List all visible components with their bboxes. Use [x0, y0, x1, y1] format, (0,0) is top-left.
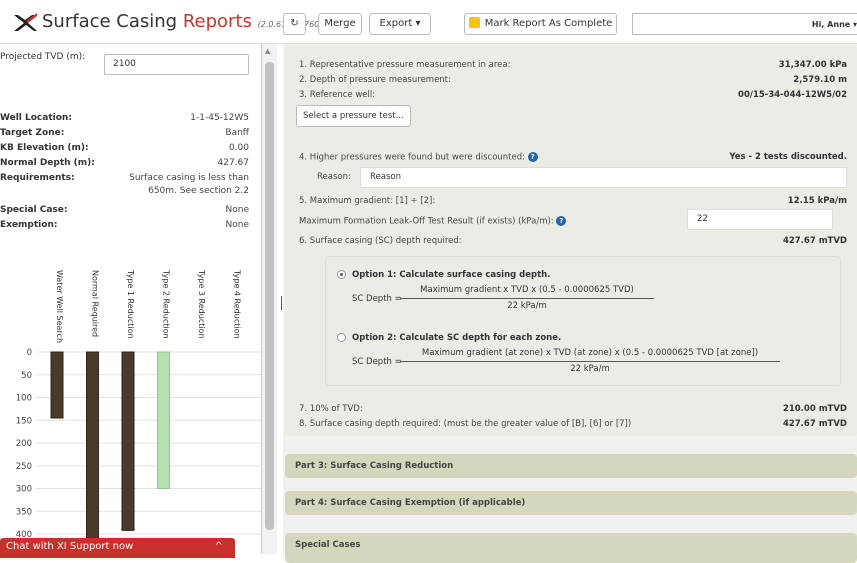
requirements-line-1: Surface casing is less than	[129, 173, 249, 183]
discounted-pressures-label: 4. Higher pressures were found but were …	[299, 152, 525, 163]
x-category-label: Type 4 Reduction	[233, 269, 242, 339]
depth-chart: 050100150200250300350400Water Well Searc…	[16, 269, 261, 542]
merge-button[interactable]: Merge	[318, 13, 362, 35]
reference-well-value: 00/15-34-044-12W5/02	[738, 90, 847, 100]
exemption-value: None	[225, 220, 249, 230]
splitter-handle[interactable]	[281, 296, 282, 310]
left-panel: Projected TVD (m): 2100 Well Location: 1…	[0, 44, 262, 554]
pressure-depth-label: 2. Depth of pressure measurement:	[299, 75, 451, 85]
part4-section-header[interactable]: Part 4: Surface Casing Exemption (if app…	[285, 491, 857, 515]
chevron-up-icon: ^	[214, 541, 223, 552]
y-tick-label: 200	[16, 439, 32, 449]
y-tick-label: 350	[16, 507, 32, 517]
logo-icon	[14, 13, 37, 31]
x-category-label: Type 1 Reduction	[126, 269, 135, 339]
y-tick-label: 50	[21, 371, 32, 381]
depth-bar	[50, 351, 64, 419]
target-zone-label: Target Zone:	[0, 128, 65, 138]
x-category-label: Type 3 Reduction	[197, 269, 206, 339]
y-tick-label: 300	[16, 485, 32, 495]
select-pressure-test-button[interactable]: Select a pressure test...	[296, 105, 411, 127]
normal-depth-label: Normal Depth (m):	[0, 158, 95, 168]
requirements-line-2: 650m. See section 2.2	[148, 186, 249, 196]
sc-depth-required-value: 427.67 mTVD	[782, 236, 847, 246]
requirements-label: Requirements:	[0, 173, 75, 183]
export-dropdown-button[interactable]: Export ▾	[369, 13, 431, 35]
reference-well-label: 3. Reference well:	[299, 90, 376, 100]
right-panel: 1. Representative pressure measurement i…	[283, 44, 857, 563]
reason-label: Reason:	[317, 172, 351, 182]
refresh-icon: ↻	[290, 18, 299, 29]
help-icon[interactable]: ?	[527, 152, 538, 162]
scroll-up-icon[interactable]: ▲	[265, 47, 270, 55]
special-case-label: Special Case:	[0, 205, 68, 215]
app-title-main: Surface Casing	[42, 11, 178, 32]
left-scrollbar[interactable]: ▲	[262, 44, 277, 554]
y-tick-label: 150	[16, 416, 32, 426]
kb-elevation-value: 0.00	[228, 143, 249, 153]
option1-formula-denominator: 22 kPa/m	[507, 301, 547, 311]
reason-input[interactable]: Reason	[360, 167, 847, 188]
x-category-label: Normal Required	[91, 270, 100, 337]
max-gradient-label: 5. Maximum gradient: [1] ÷ [2]:	[299, 196, 436, 206]
option2-sc-depth-label: SC Depth =	[352, 357, 402, 367]
projected-tvd-input[interactable]: 2100	[104, 54, 249, 75]
max-gradient-value: 12.15 kPa/m	[787, 196, 847, 206]
depth-bar	[86, 351, 99, 542]
leak-off-row: Maximum Formation Leak-Off Test Result (…	[299, 216, 567, 227]
ten-percent-tvd-label: 7. 10% of TVD:	[299, 404, 363, 414]
app-title-reports: Reports	[182, 11, 252, 32]
part3-section-header[interactable]: Part 3: Surface Casing Reduction	[285, 454, 857, 478]
x-category-label: Water Well Search	[55, 270, 64, 343]
special-case-value: None	[225, 205, 249, 215]
y-tick-label: 250	[16, 462, 32, 472]
kb-elevation-label: KB Elevation (m):	[0, 143, 89, 153]
option2-fraction-line	[400, 361, 780, 362]
sc-depth-final-value: 427.67 mTVD	[782, 419, 847, 429]
option2-formula-numerator: Maximum gradient (at zone) x TVD (at zon…	[421, 348, 759, 358]
leak-off-label: Maximum Formation Leak-Off Test Result (…	[299, 216, 554, 227]
option1-fraction-line	[400, 298, 654, 299]
discounted-pressures-row: 4. Higher pressures were found but were …	[299, 152, 538, 163]
special-cases-section-header[interactable]: Special Cases	[285, 533, 857, 563]
part2-panel: 1. Representative pressure measurement i…	[285, 46, 857, 436]
discounted-pressures-value: Yes - 2 tests discounted.	[729, 152, 847, 162]
option1-sc-depth-label: SC Depth =	[352, 294, 402, 304]
option2-radio[interactable]	[337, 333, 346, 342]
pressure-measurement-value: 31,347.00 kPa	[778, 60, 847, 70]
chat-support-bar[interactable]: Chat with XI Support now ^	[0, 538, 235, 558]
normal-depth-value: 427.67	[217, 158, 250, 168]
option1-radio[interactable]	[337, 270, 346, 279]
refresh-button[interactable]: ↻	[283, 13, 306, 35]
target-zone-value: Banff	[225, 128, 249, 138]
help-icon[interactable]: ?	[556, 216, 567, 226]
pressure-depth-value: 2,579.10 m	[793, 75, 847, 85]
chat-support-label: Chat with XI Support now	[6, 541, 134, 552]
y-tick-label: 100	[16, 394, 32, 404]
option2-title: Option 2: Calculate SC depth for each zo…	[352, 333, 562, 343]
mark-complete-button[interactable]: Mark Report As Complete	[464, 13, 617, 35]
sc-depth-final-label: 8. Surface casing depth required: (must …	[299, 419, 632, 429]
well-location-label: Well Location:	[0, 113, 72, 123]
sc-depth-required-label: 6. Surface casing (SC) depth required:	[299, 236, 462, 246]
option1-title: Option 1: Calculate surface casing depth…	[352, 270, 551, 280]
option1-formula-numerator: Maximum gradient x TVD x (0.5 - 0.000062…	[420, 285, 634, 295]
ten-percent-tvd-value: 210.00 mTVD	[782, 404, 847, 414]
leak-off-input[interactable]: 22	[687, 209, 833, 230]
status-square-icon	[468, 17, 480, 28]
well-location-value: 1-1-45-12W5	[190, 113, 249, 123]
depth-bar	[157, 351, 170, 489]
x-category-label: Type 2 Reduction	[162, 269, 171, 339]
calculation-options: Option 1: Calculate surface casing depth…	[325, 256, 841, 386]
projected-tvd-label: Projected TVD (m):	[0, 52, 86, 62]
pressure-measurement-label: 1. Representative pressure measurement i…	[299, 60, 511, 70]
user-menu[interactable]: Hi, Anne ▾	[812, 20, 857, 29]
top-bar: Surface Casing Reports (2.0.6136.17602) …	[0, 0, 857, 44]
y-tick-label: 0	[27, 348, 32, 358]
scroll-thumb[interactable]	[265, 62, 274, 530]
mark-complete-label: Mark Report As Complete	[484, 18, 613, 29]
option2-formula-denominator: 22 kPa/m	[570, 364, 610, 374]
exemption-label: Exemption:	[0, 220, 58, 230]
depth-bar	[121, 351, 135, 531]
